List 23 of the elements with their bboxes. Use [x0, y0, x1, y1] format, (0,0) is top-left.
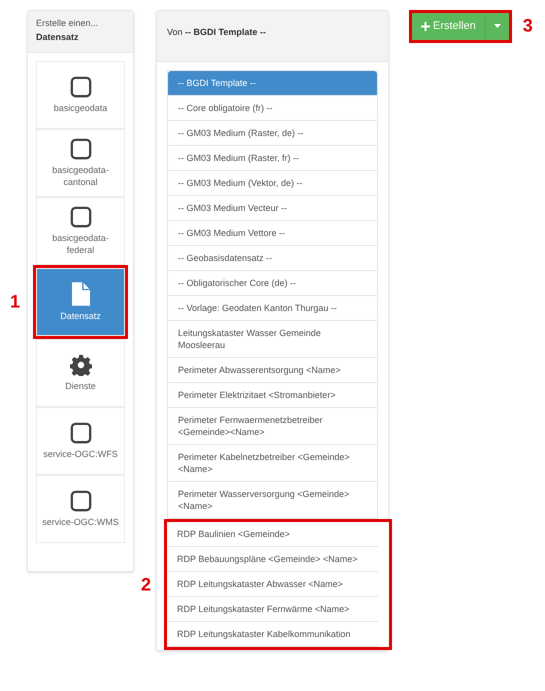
file-icon [72, 282, 90, 306]
type-tile[interactable]: basicgeodata-cantonal [36, 129, 125, 197]
plus-icon [421, 22, 430, 31]
callout-number: 1 [10, 290, 20, 314]
type-tile[interactable]: service-OGC:WMS [36, 475, 125, 543]
caret-icon [494, 24, 501, 28]
type-tile[interactable]: service-OGC:WFS [36, 407, 125, 475]
square-icon [70, 422, 92, 444]
type-tile[interactable]: basicgeodata-federal [36, 197, 125, 265]
template-item[interactable]: -- BGDI Template -- [168, 71, 377, 96]
callout-number: 2 [141, 573, 152, 596]
square-icon [70, 490, 92, 512]
square-icon [70, 76, 92, 98]
type-tile[interactable]: basicgeodata [36, 61, 125, 129]
type-tile[interactable]: Dienste [36, 339, 125, 407]
sidebar-heading: Erstelle einen... [36, 17, 100, 30]
type-tile[interactable]: Datensatz [36, 268, 125, 336]
square-icon [70, 206, 92, 228]
square-icon [70, 138, 92, 160]
callout-number: 3 [522, 14, 533, 38]
gear-icon [70, 354, 92, 376]
template-heading: Von -- BGDI Template -- [167, 27, 266, 37]
sidebar-subheading: Datensatz [36, 30, 80, 44]
